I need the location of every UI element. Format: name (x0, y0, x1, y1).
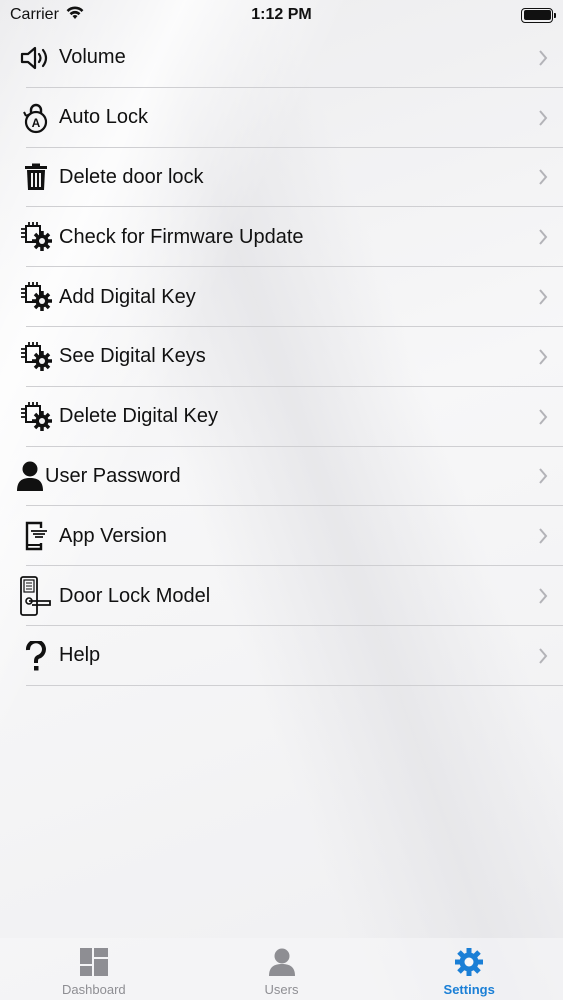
battery-icon (521, 7, 556, 23)
settings-row-auto-lock[interactable]: A Auto Lock (0, 88, 563, 148)
settings-list: Volume A Auto Lock Delete door lock Chec… (0, 28, 563, 686)
dashboard-icon (78, 946, 110, 978)
tab-dashboard[interactable]: Dashboard (0, 938, 188, 1000)
settings-row-label: Delete Digital Key (59, 405, 218, 428)
tab-bar: Dashboard Users Settings (0, 938, 563, 1000)
settings-row-delete-digital-key[interactable]: Delete Digital Key (0, 387, 563, 447)
tab-label: Settings (443, 982, 495, 997)
settings-row-add-digital-key[interactable]: Add Digital Key (0, 267, 563, 327)
speaker-icon (16, 38, 56, 78)
tab-label: Dashboard (62, 982, 126, 997)
settings-row-label: Door Lock Model (59, 584, 211, 607)
carrier-label: Carrier (10, 6, 59, 23)
settings-row-volume[interactable]: Volume (0, 28, 563, 88)
settings-row-user-password[interactable]: User Password (0, 447, 563, 507)
door-lock-icon (16, 574, 56, 618)
chip-gear-icon (16, 217, 56, 257)
chevron-right-icon (523, 409, 563, 425)
settings-row-help[interactable]: Help (0, 626, 563, 686)
question-icon (16, 636, 56, 676)
svg-text:A: A (32, 116, 41, 130)
chip-gear-icon (16, 337, 56, 377)
settings-row-see-digital-keys[interactable]: See Digital Keys (0, 327, 563, 387)
user-icon (16, 456, 44, 496)
settings-row-label: Check for Firmware Update (59, 225, 304, 248)
users-icon (266, 946, 298, 978)
gear-icon (453, 946, 485, 978)
chip-gear-icon (16, 277, 56, 317)
settings-row-label: Delete door lock (59, 165, 204, 188)
settings-row-label: User Password (45, 464, 181, 487)
settings-row-label: Help (59, 644, 101, 667)
chevron-right-icon (523, 349, 563, 365)
settings-row-app-version[interactable]: App Version (0, 506, 563, 566)
auto-lock-icon: A (16, 98, 56, 138)
chip-gear-icon (16, 397, 56, 437)
chevron-right-icon (523, 229, 563, 245)
settings-row-label: Auto Lock (59, 106, 148, 129)
chevron-right-icon (523, 468, 563, 485)
phone-icon (16, 516, 56, 556)
wifi-icon (65, 5, 85, 25)
settings-row-door-lock-model[interactable]: Door Lock Model (0, 566, 563, 626)
settings-row-label: See Digital Keys (59, 345, 206, 368)
chevron-right-icon (523, 648, 563, 664)
chevron-right-icon (523, 528, 563, 544)
settings-row-delete-door-lock[interactable]: Delete door lock (0, 148, 563, 208)
tab-label: Users (264, 982, 299, 997)
chevron-right-icon (523, 110, 563, 126)
tab-users[interactable]: Users (188, 938, 376, 1000)
trash-icon (16, 157, 56, 197)
chevron-right-icon (523, 169, 563, 186)
chevron-right-icon (523, 588, 563, 604)
settings-row-label: Volume (59, 46, 126, 69)
settings-row-firmware-update[interactable]: Check for Firmware Update (0, 207, 563, 267)
settings-row-label: App Version (59, 524, 167, 547)
status-bar: Carrier 1:12 PM (0, 0, 563, 30)
settings-row-label: Add Digital Key (59, 285, 196, 308)
tab-settings[interactable]: Settings (375, 938, 563, 1000)
chevron-right-icon (523, 289, 563, 305)
chevron-right-icon (523, 50, 563, 66)
